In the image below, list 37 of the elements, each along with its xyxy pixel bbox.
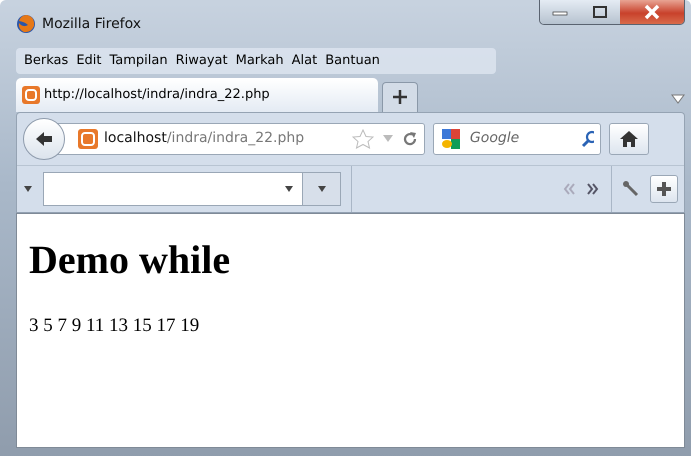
menu-item[interactable]: Bantuan [321, 50, 384, 72]
menu-item[interactable]: Edit [72, 50, 106, 72]
add-button[interactable] [650, 174, 678, 202]
home-icon [619, 130, 639, 148]
browser-tab[interactable]: http://localhost/indra/indra_22.php [16, 78, 378, 112]
maximize-button[interactable] [580, 0, 620, 24]
next-icon[interactable] [585, 180, 601, 196]
url-host: localhost [104, 130, 167, 146]
page-heading: Demo while [29, 236, 232, 284]
wrench-icon[interactable] [622, 180, 640, 198]
search-bar[interactable]: Google [433, 122, 601, 154]
plus-icon [393, 90, 407, 104]
star-icon[interactable] [352, 128, 374, 148]
reload-icon[interactable] [402, 130, 418, 146]
minimize-button[interactable] [540, 0, 580, 24]
url-path: /indra/indra_22.php [166, 130, 304, 146]
window-title: Mozilla Firefox [42, 14, 142, 34]
maximize-icon [592, 5, 608, 19]
back-button[interactable] [23, 118, 65, 160]
back-arrow-icon [34, 130, 54, 148]
close-icon [643, 4, 661, 20]
plus-icon [656, 180, 672, 196]
new-tab-button[interactable] [382, 82, 418, 112]
firefox-icon [16, 14, 36, 34]
search-icon[interactable] [581, 130, 594, 148]
menu-item[interactable]: Tampilan [106, 50, 172, 72]
menu-item[interactable]: Markah [232, 50, 288, 72]
menu-item[interactable]: Berkas [20, 50, 72, 72]
site-icon [78, 128, 98, 148]
page-text: 3 5 7 9 11 13 15 17 19 [29, 314, 200, 338]
home-button[interactable] [609, 122, 649, 154]
menu-item[interactable]: Riwayat [172, 50, 232, 72]
tab-list-icon[interactable] [671, 94, 685, 104]
dropdown-icon[interactable] [23, 184, 33, 192]
menu-item[interactable]: Alat [288, 50, 322, 72]
close-button[interactable] [620, 0, 684, 24]
site-icon [22, 86, 40, 104]
